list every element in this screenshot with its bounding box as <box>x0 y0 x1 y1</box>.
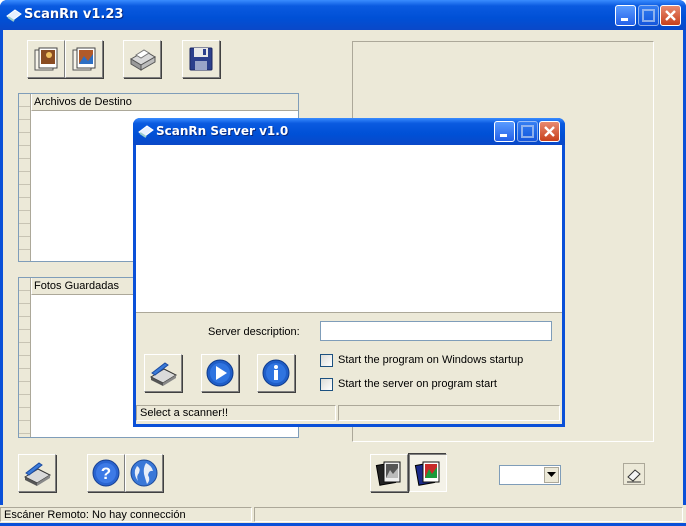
maximize-button[interactable] <box>638 5 659 26</box>
maximize-icon <box>521 125 534 138</box>
server-status-bar: Select a scanner!! <box>136 403 562 422</box>
scan-photo-button[interactable] <box>27 40 65 78</box>
destination-gutter <box>19 94 31 261</box>
server-close-button[interactable] <box>539 121 560 142</box>
server-title: ScanRn Server v1.0 <box>156 124 289 138</box>
help-icon: ? <box>92 459 120 487</box>
chevron-down-icon <box>547 472 556 477</box>
bw-photos-icon <box>375 461 401 486</box>
server-log[interactable] <box>136 145 562 313</box>
color-photos-button[interactable] <box>409 454 447 492</box>
main-status-bar: Escáner Remoto: No hay connección <box>0 505 686 523</box>
info-icon <box>262 359 290 387</box>
server-client: Server description: Start the program on… <box>136 145 562 424</box>
maximize-icon <box>642 9 655 22</box>
minimize-icon <box>621 18 628 21</box>
server-maximize-button[interactable] <box>517 121 538 142</box>
app-icon <box>6 8 22 25</box>
photo-color-icon <box>72 47 96 71</box>
server-status-text: Select a scanner!! <box>136 405 336 421</box>
printer-icon <box>130 49 156 71</box>
server-description-input[interactable] <box>320 321 552 341</box>
info-button[interactable] <box>257 354 295 392</box>
destination-header[interactable]: Archivos de Destino <box>31 94 298 111</box>
main-titlebar[interactable]: ScanRn v1.23 <box>0 0 686 30</box>
eraser-button[interactable] <box>623 463 645 485</box>
print-button[interactable] <box>123 40 161 78</box>
close-icon <box>665 10 676 21</box>
server-minimize-button[interactable] <box>494 121 515 142</box>
server-window: ScanRn Server v1.0 Server description: S… <box>133 118 565 427</box>
select-scanner-button[interactable] <box>144 354 182 392</box>
help-button[interactable]: ? <box>87 454 125 492</box>
close-button[interactable] <box>660 5 681 26</box>
server-status-right <box>338 405 560 421</box>
svg-text:?: ? <box>101 464 111 483</box>
main-status-right <box>254 507 683 522</box>
server-titlebar[interactable]: ScanRn Server v1.0 <box>133 118 565 145</box>
scanner-button[interactable] <box>18 454 56 492</box>
floppy-disk-icon <box>189 47 213 71</box>
main-status-text: Escáner Remoto: No hay connección <box>0 507 252 522</box>
photo-stack-icon <box>34 47 58 71</box>
play-icon <box>206 359 234 387</box>
close-icon <box>544 126 555 137</box>
scanner-combo[interactable] <box>499 465 561 485</box>
startup-label: Start the program on Windows startup <box>338 354 524 366</box>
autostart-label: Start the server on program start <box>338 378 497 390</box>
scanner-icon <box>149 362 178 386</box>
minimize-button[interactable] <box>615 5 636 26</box>
combo-dropdown-button[interactable] <box>544 467 559 483</box>
startup-checkbox[interactable] <box>320 354 333 367</box>
web-button[interactable] <box>125 454 163 492</box>
scan-color-button[interactable] <box>65 40 103 78</box>
main-title: ScanRn v1.23 <box>24 7 124 22</box>
eraser-icon <box>627 469 641 483</box>
server-description-label: Server description: <box>208 326 300 338</box>
scanner-icon <box>23 462 52 486</box>
color-photos-icon <box>414 461 440 486</box>
globe-icon <box>130 459 158 487</box>
save-button[interactable] <box>182 40 220 78</box>
start-server-button[interactable] <box>201 354 239 392</box>
minimize-icon <box>500 134 507 137</box>
bw-photos-button[interactable] <box>370 454 408 492</box>
saved-gutter <box>19 278 31 437</box>
autostart-checkbox[interactable] <box>320 378 333 391</box>
server-app-icon <box>138 124 154 141</box>
